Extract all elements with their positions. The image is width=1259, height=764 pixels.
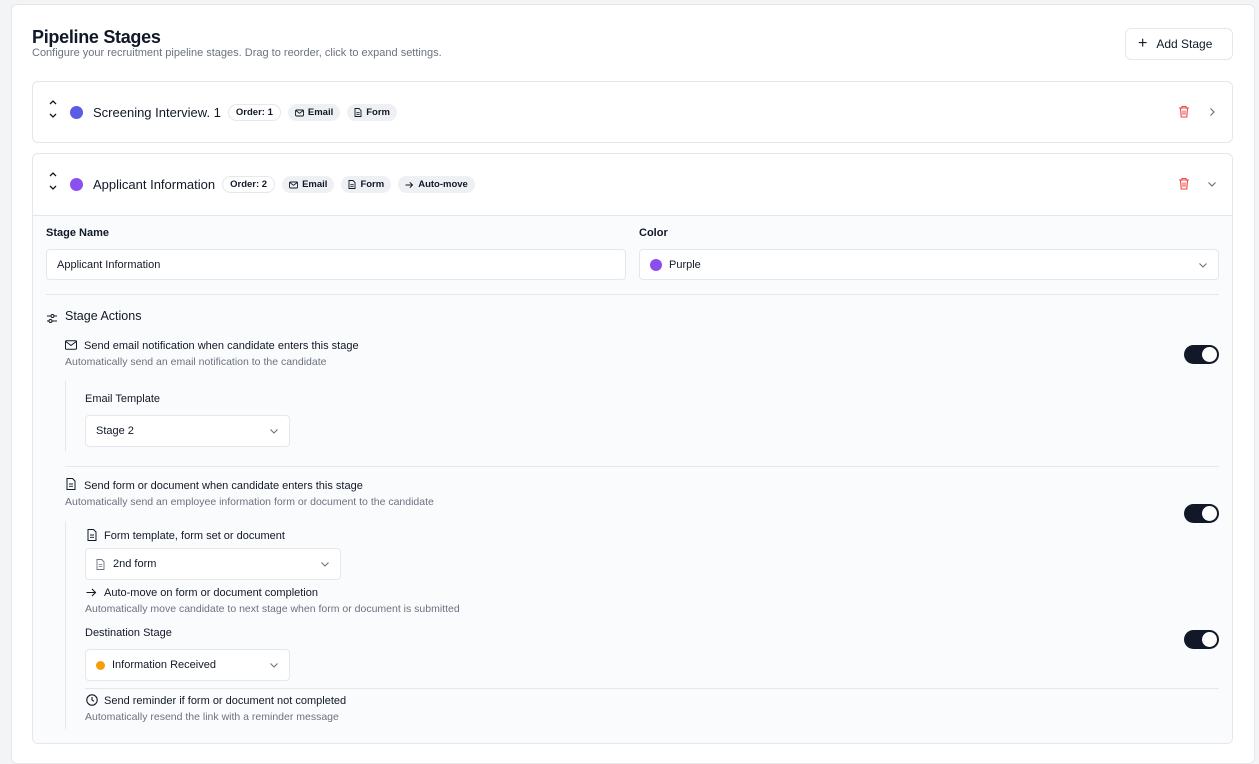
email-badge: Email — [287, 104, 341, 121]
form-template-select[interactable]: 2nd form — [85, 548, 341, 580]
plus-icon: + — [1138, 35, 1148, 52]
mail-icon — [65, 340, 77, 350]
color-label: Color — [639, 227, 668, 239]
form-badge: Form — [347, 104, 397, 121]
chevron-down-icon — [269, 427, 279, 435]
stage-card-1[interactable]: Screening Interview. 1 Order: 1 Email Fo… — [32, 81, 1233, 143]
auto-move-toggle[interactable] — [1184, 630, 1219, 649]
email-template-value: Stage 2 — [96, 425, 134, 437]
delete-stage-icon[interactable] — [1178, 105, 1190, 118]
stage-color-dot — [70, 178, 83, 191]
delete-stage-icon[interactable] — [1178, 177, 1190, 190]
page-title: Pipeline Stages — [32, 27, 161, 47]
clock-icon — [86, 694, 98, 706]
file-icon — [354, 108, 362, 117]
chevron-down-icon — [1198, 261, 1208, 269]
stage-name-label: Stage Name — [46, 227, 109, 239]
destination-color-dot — [96, 660, 105, 670]
add-stage-label: Add Stage — [1156, 37, 1213, 51]
reminder-title: Send reminder if form or document not co… — [104, 695, 347, 707]
mail-icon — [289, 181, 299, 188]
color-swatch — [650, 258, 662, 271]
chevron-down-icon — [269, 661, 279, 669]
move-up-icon[interactable] — [48, 170, 58, 178]
mail-icon — [294, 109, 304, 116]
form-action-toggle[interactable] — [1184, 504, 1219, 523]
auto-move-title: Auto-move on form or document completion — [104, 587, 318, 599]
pipeline-stages-panel: Pipeline Stages Configure your recruitme… — [11, 4, 1255, 764]
arrow-right-icon — [405, 181, 414, 188]
stage-card-header[interactable]: Applicant Information Order: 2 Email For… — [33, 154, 1232, 214]
stage-actions-title: Stage Actions — [65, 309, 142, 323]
add-stage-button[interactable]: + Add Stage — [1125, 28, 1233, 60]
move-up-icon[interactable] — [48, 98, 58, 106]
form-template-label: Form template, form set or document — [104, 530, 285, 542]
reminder-desc: Automatically resend the link with a rem… — [85, 711, 339, 723]
auto-move-badge: Auto-move — [398, 176, 475, 193]
divider — [85, 688, 1219, 689]
form-action-title: Send form or document when candidate ent… — [84, 480, 363, 492]
sliders-icon — [46, 313, 58, 324]
file-icon — [349, 180, 356, 189]
email-badge: Email — [282, 176, 335, 193]
email-template-label: Email Template — [85, 393, 160, 405]
nested-indent-line — [65, 381, 66, 451]
email-action-title: Send email notification when candidate e… — [84, 340, 359, 352]
email-template-select[interactable]: Stage 2 — [85, 415, 290, 447]
file-text-icon — [87, 529, 97, 541]
form-action-desc: Automatically send an employee informati… — [65, 496, 434, 508]
stage-settings-body: Stage Name Applicant Information Color P… — [33, 215, 1232, 743]
email-action-toggle[interactable] — [1184, 345, 1219, 364]
destination-stage-select[interactable]: Information Received — [85, 649, 290, 681]
chevron-down-icon — [320, 560, 330, 568]
destination-stage-label: Destination Stage — [85, 627, 172, 639]
move-down-icon[interactable] — [48, 184, 58, 192]
stage-card-2: Applicant Information Order: 2 Email For… — [32, 153, 1233, 744]
stage-color-dot — [70, 106, 83, 119]
divider — [46, 294, 1219, 295]
collapse-chevron-down-icon[interactable] — [1207, 180, 1217, 188]
file-icon — [96, 558, 105, 570]
nested-indent-line — [65, 521, 66, 729]
expand-chevron-right-icon[interactable] — [1208, 107, 1216, 117]
order-badge: Order: 1 — [227, 104, 281, 121]
stage-name: Screening Interview. 1 — [93, 105, 221, 120]
email-action-desc: Automatically send an email notification… — [65, 356, 327, 368]
stage-name-input[interactable]: Applicant Information — [46, 249, 626, 280]
form-template-value: 2nd form — [113, 558, 157, 570]
color-select[interactable]: Purple — [639, 249, 1219, 280]
arrow-right-icon — [86, 588, 97, 597]
auto-move-desc: Automatically move candidate to next sta… — [85, 603, 460, 615]
divider — [65, 466, 1219, 467]
move-down-icon[interactable] — [48, 112, 58, 120]
color-value: Purple — [669, 258, 701, 271]
order-badge: Order: 2 — [222, 176, 276, 193]
form-badge: Form — [341, 176, 392, 193]
stage-name: Applicant Information — [93, 177, 216, 192]
file-text-icon — [66, 478, 76, 490]
destination-stage-value: Information Received — [112, 659, 216, 671]
page-subtitle: Configure your recruitment pipeline stag… — [32, 47, 442, 59]
